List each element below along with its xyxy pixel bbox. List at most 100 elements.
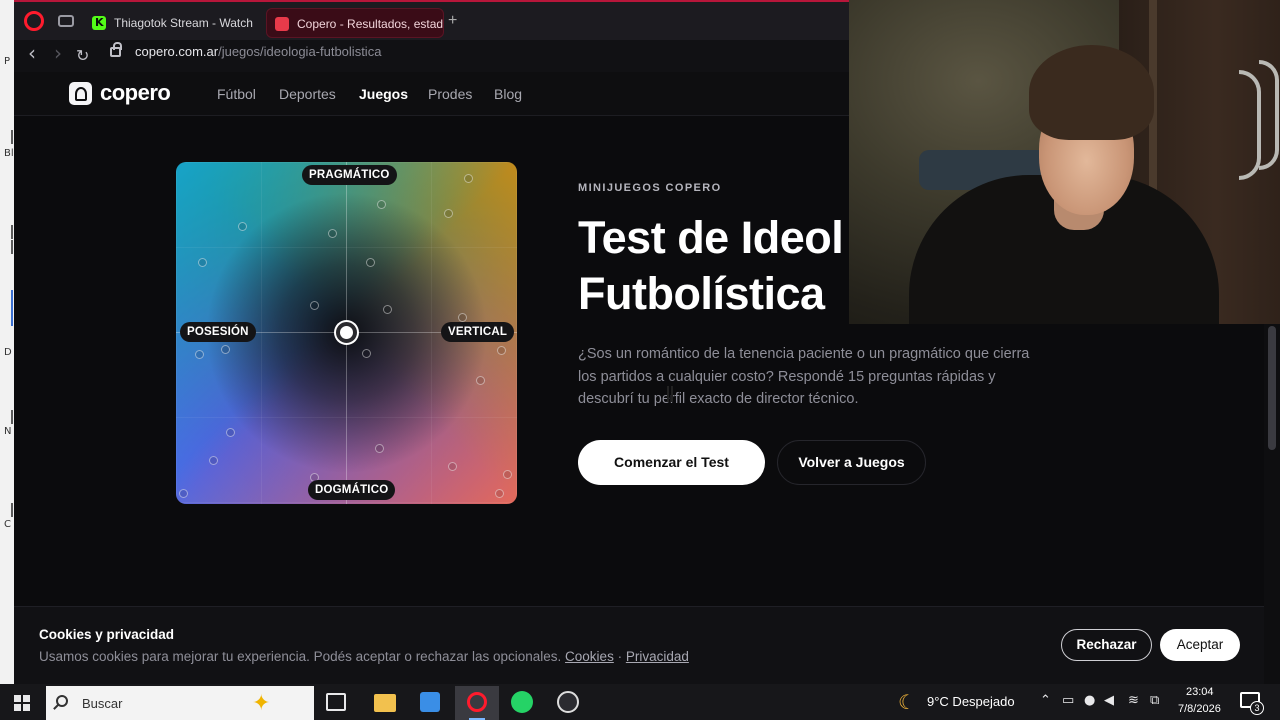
compass-dot bbox=[448, 462, 457, 471]
weather-moon-icon[interactable]: ☾ bbox=[898, 690, 916, 715]
compass-label-bottom: DOGMÁTICO bbox=[308, 480, 396, 500]
link-separator: · bbox=[617, 649, 623, 664]
weather-text[interactable]: 9°C Despejado bbox=[927, 694, 1015, 709]
strip-line bbox=[11, 225, 13, 239]
language-icon[interactable]: ⧉ bbox=[1150, 693, 1159, 708]
tab-kick-stream[interactable]: Thiagotok Stream - Watch L bbox=[84, 8, 256, 38]
compass-dot bbox=[366, 258, 375, 267]
compass-dot bbox=[238, 222, 247, 231]
nav-futbol[interactable]: Fútbol bbox=[217, 86, 256, 102]
compass-dot bbox=[328, 229, 337, 238]
lock-icon bbox=[110, 42, 122, 57]
background-window-strip: P Bl D N C bbox=[0, 0, 14, 684]
hero-eyebrow: MINIJUEGOS COPERO bbox=[578, 182, 722, 194]
compass-dot bbox=[503, 470, 512, 479]
new-tab-button[interactable]: + bbox=[448, 12, 457, 30]
compass-dot bbox=[495, 489, 504, 498]
nav-juegos[interactable]: Juegos bbox=[359, 86, 408, 102]
forward-icon[interactable]: › bbox=[54, 41, 62, 65]
volume-icon[interactable]: ◀ bbox=[1104, 693, 1114, 708]
strip-line bbox=[11, 240, 13, 254]
cookie-title: Cookies y privacidad bbox=[39, 627, 175, 642]
cookie-message: Usamos cookies para mejorar tu experienc… bbox=[39, 649, 562, 664]
ideology-compass: PRAGMÁTICO DOGMÁTICO POSESIÓN VERTICAL bbox=[176, 162, 517, 504]
nav-deportes[interactable]: Deportes bbox=[279, 86, 336, 102]
notification-count: 3 bbox=[1250, 701, 1264, 715]
wifi-icon[interactable]: ≋ bbox=[1128, 693, 1139, 708]
search-icon bbox=[56, 695, 68, 707]
copero-icon bbox=[275, 17, 289, 31]
url-host: copero.com.ar bbox=[135, 44, 219, 59]
search-highlight-icon: ✦ bbox=[252, 690, 271, 715]
strip-letter: Bl bbox=[4, 148, 14, 159]
taskbar-search-input[interactable]: Buscar ✦ bbox=[46, 686, 314, 720]
strip-line bbox=[11, 410, 13, 424]
strip-line bbox=[11, 503, 13, 517]
site-logo[interactable]: copero bbox=[100, 80, 171, 106]
webcam-overlay bbox=[849, 0, 1280, 324]
nav-prodes[interactable]: Prodes bbox=[428, 86, 472, 102]
cookie-banner: Cookies y privacidad Usamos cookies para… bbox=[14, 606, 1264, 684]
compass-dot bbox=[179, 489, 188, 498]
compass-dot bbox=[377, 200, 386, 209]
compass-dot bbox=[464, 174, 473, 183]
webcam-handle bbox=[1239, 70, 1261, 180]
compass-label-top: PRAGMÁTICO bbox=[302, 165, 397, 185]
compass-dot bbox=[476, 376, 485, 385]
windows-start-icon[interactable] bbox=[14, 695, 30, 711]
search-placeholder: Buscar bbox=[82, 696, 123, 711]
compass-dot bbox=[383, 305, 392, 314]
compass-dot bbox=[362, 349, 371, 358]
strip-letter: D bbox=[4, 347, 12, 358]
url-path: /juegos/ideologia-futbolistica bbox=[218, 44, 382, 59]
nav-blog[interactable]: Blog bbox=[494, 86, 522, 102]
accept-cookies-button[interactable]: Aceptar bbox=[1160, 629, 1240, 661]
compass-dot bbox=[221, 345, 230, 354]
compass-dot bbox=[198, 258, 207, 267]
copero-logo-icon[interactable] bbox=[69, 82, 92, 105]
strip-letter: P bbox=[4, 56, 11, 67]
tab-title: Copero - Resultados, estad bbox=[297, 17, 444, 31]
reload-icon[interactable]: ↻ bbox=[76, 46, 89, 65]
file-explorer-icon[interactable] bbox=[374, 694, 396, 712]
store-icon[interactable] bbox=[420, 692, 440, 712]
compass-dot bbox=[497, 346, 506, 355]
tray-expand-icon[interactable]: ⌃ bbox=[1040, 693, 1051, 708]
compass-label-right: VERTICAL bbox=[441, 322, 515, 342]
cookies-link[interactable]: Cookies bbox=[565, 649, 614, 664]
url-field[interactable]: copero.com.ar/juegos/ideologia-futbolist… bbox=[135, 44, 381, 59]
back-to-games-button[interactable]: Volver a Juegos bbox=[777, 440, 926, 485]
compass-label-left: POSESIÓN bbox=[180, 322, 256, 342]
compass-dot bbox=[209, 456, 218, 465]
opera-taskbar-button[interactable] bbox=[455, 686, 499, 720]
cookie-text: Usamos cookies para mejorar tu experienc… bbox=[39, 649, 689, 664]
start-test-button[interactable]: Comenzar el Test bbox=[578, 440, 765, 485]
strip-letter: N bbox=[4, 426, 12, 437]
microphone-icon[interactable]: ● bbox=[1084, 693, 1095, 708]
opera-icon bbox=[467, 692, 487, 712]
whatsapp-icon[interactable] bbox=[511, 691, 533, 713]
obs-icon[interactable] bbox=[557, 691, 579, 713]
battery-icon[interactable]: ▭ bbox=[1062, 693, 1074, 708]
sidebar-toggle-icon[interactable] bbox=[58, 15, 74, 27]
compass-dot bbox=[444, 209, 453, 218]
text-cursor-icon bbox=[667, 386, 673, 402]
compass-dot bbox=[226, 428, 235, 437]
compass-dot bbox=[458, 313, 467, 322]
privacy-link[interactable]: Privacidad bbox=[626, 649, 689, 664]
strip-letter: C bbox=[4, 519, 11, 530]
clock-time[interactable]: 23:04 bbox=[1186, 686, 1214, 698]
opera-menu-icon[interactable] bbox=[24, 11, 44, 31]
kick-icon bbox=[92, 8, 106, 38]
task-view-icon[interactable] bbox=[326, 693, 346, 711]
compass-dot bbox=[310, 301, 319, 310]
strip-line bbox=[11, 130, 13, 144]
scrollbar-thumb[interactable] bbox=[1268, 326, 1276, 450]
webcam-person-hair bbox=[1029, 45, 1154, 140]
strip-line bbox=[11, 290, 13, 326]
back-icon[interactable]: ‹ bbox=[28, 41, 36, 65]
hero-description: ¿Sos un romántico de la tenencia pacient… bbox=[578, 346, 1030, 407]
tab-copero[interactable]: Copero - Resultados, estad bbox=[266, 8, 444, 38]
reject-cookies-button[interactable]: Rechazar bbox=[1061, 629, 1152, 661]
clock-date[interactable]: 7/8/2026 bbox=[1178, 703, 1221, 715]
